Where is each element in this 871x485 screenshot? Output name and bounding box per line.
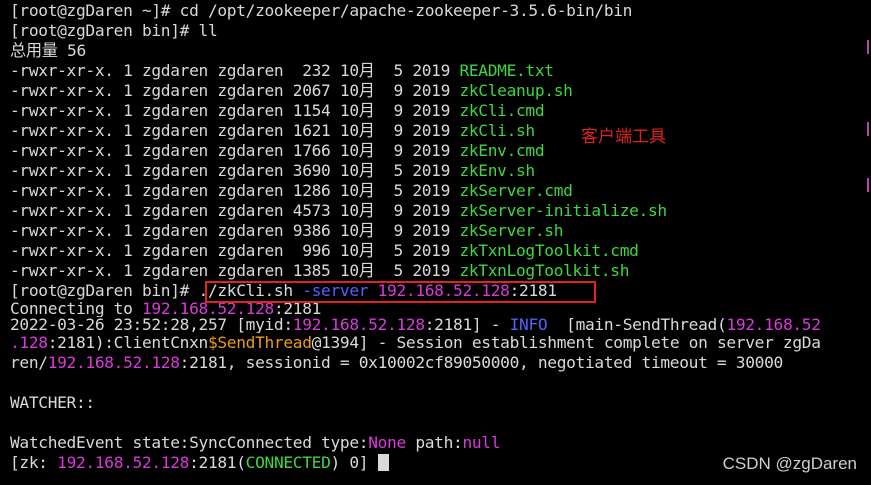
terminal-line: [root@zgDaren ~]# cd /opt/zookeeper/apac…: [10, 1, 871, 21]
terminal-text-segment: -rwxr-xr-x. 1 zgdaren zgdaren 996 10月 5 …: [10, 241, 460, 260]
terminal-text-segment: zkEnv.sh: [459, 161, 535, 180]
terminal-text-segment: None: [368, 433, 406, 452]
terminal-text-segment: -rwxr-xr-x. 1 zgdaren zgdaren 1766 10月 9…: [10, 141, 460, 160]
scrollbar-markers: [865, 0, 871, 484]
terminal-text-segment: zkCli.sh: [459, 121, 535, 140]
terminal-line: -rwxr-xr-x. 1 zgdaren zgdaren 1154 10月 9…: [10, 101, 871, 121]
terminal-text-segment: 2022-03-26 23:52:28,257 [myid:: [10, 317, 293, 333]
scroll-marker: [867, 122, 869, 136]
terminal-text-segment: zkEnv.cmd: [459, 141, 545, 160]
terminal-text-segment: zkCli.cmd: [459, 101, 545, 120]
terminal-text-segment: -rwxr-xr-x. 1 zgdaren zgdaren 4573 10月 9…: [10, 201, 460, 220]
terminal-text-segment: INFO: [509, 317, 548, 333]
terminal-text-segment: zkCleanup.sh: [459, 81, 573, 100]
terminal-text-segment: -rwxr-xr-x. 1 zgdaren zgdaren 1154 10月 9…: [10, 101, 460, 120]
client-tool-annotation: 客户端工具: [581, 127, 666, 147]
terminal-text-segment: CONNECTED: [245, 453, 331, 472]
terminal-text-segment: 192.168.52.128: [47, 353, 180, 372]
terminal-text-segment: zkTxnLogToolkit.cmd: [459, 241, 639, 260]
terminal-text-segment: :2181):ClientCnxn: [47, 333, 209, 352]
terminal-line: -rwxr-xr-x. 1 zgdaren zgdaren 2067 10月 9…: [10, 81, 871, 101]
command-highlight-box: [205, 281, 596, 303]
terminal-line: -rwxr-xr-x. 1 zgdaren zgdaren 9386 10月 9…: [10, 221, 871, 241]
scroll-marker: [867, 40, 869, 54]
terminal-line: .128:2181):ClientCnxn$SendThread@1394] -…: [10, 333, 871, 353]
terminal-line: -rwxr-xr-x. 1 zgdaren zgdaren 232 10月 5 …: [10, 61, 871, 81]
terminal-text-segment: 192.168.52: [726, 317, 821, 333]
terminal-text-segment: [main-SendThread(: [547, 317, 727, 333]
terminal-text-segment: zkTxnLogToolkit.sh: [459, 261, 630, 280]
terminal-text-segment: .128: [10, 333, 48, 352]
terminal-text-segment: -rwxr-xr-x. 1 zgdaren zgdaren 232 10月 5 …: [10, 61, 460, 80]
scroll-marker: [867, 178, 869, 192]
terminal-line: -rwxr-xr-x. 1 zgdaren zgdaren 1286 10月 5…: [10, 181, 871, 201]
terminal-text-segment: $SendThread: [207, 333, 312, 352]
terminal-line: -rwxr-xr-x. 1 zgdaren zgdaren 3690 10月 5…: [10, 161, 871, 181]
terminal-line: [root@zgDaren bin]# ll: [10, 21, 871, 41]
terminal-text-segment: -rwxr-xr-x. 1 zgdaren zgdaren 1286 10月 5…: [10, 181, 460, 200]
terminal-line: WATCHER::: [10, 393, 871, 413]
terminal-line: -rwxr-xr-x. 1 zgdaren zgdaren 1766 10月 9…: [10, 141, 871, 161]
terminal-text-segment: @1394] - Session establishment complete …: [311, 333, 821, 352]
terminal-text-segment: zkServer-initialize.sh: [459, 201, 667, 220]
terminal-output[interactable]: [root@zgDaren ~]# cd /opt/zookeeper/apac…: [10, 1, 871, 485]
terminal-line: -rwxr-xr-x. 1 zgdaren zgdaren 4573 10月 9…: [10, 201, 871, 221]
terminal-text-segment: [root@zgDaren ~]# cd /opt/zookeeper/apac…: [10, 1, 633, 20]
terminal-text-segment: 192.168.52.128: [57, 453, 190, 472]
terminal-text-segment: ) 0]: [330, 453, 378, 472]
watermark: CSDN @zgDaren: [722, 454, 857, 473]
terminal-text-segment: Connecting to: [10, 301, 142, 317]
terminal-text-segment: [root@zgDaren bin]# ll: [10, 21, 218, 40]
terminal-text-segment: -rwxr-xr-x. 1 zgdaren zgdaren 3690 10月 5…: [10, 161, 460, 180]
terminal-line: -rwxr-xr-x. 1 zgdaren zgdaren 1385 10月 5…: [10, 261, 871, 281]
terminal-text-segment: -rwxr-xr-x. 1 zgdaren zgdaren 1385 10月 5…: [10, 261, 460, 280]
terminal-text-segment: :2181, sessionid = 0x10002cf89050000, ne…: [179, 353, 784, 372]
terminal-text-segment: 192.168.52.128: [292, 317, 425, 333]
terminal-line: 总用量 56: [10, 41, 871, 61]
terminal-text-segment: -rwxr-xr-x. 1 zgdaren zgdaren 1621 10月 9…: [10, 121, 460, 140]
terminal-text-segment: zkServer.sh: [459, 221, 564, 240]
terminal-text-segment: 总用量 56: [10, 41, 86, 60]
terminal-text-segment: WatchedEvent state:SyncConnected type:: [10, 433, 369, 452]
terminal-line: Connecting to 192.168.52.128:2181: [10, 301, 871, 317]
terminal-text-segment: [zk:: [10, 453, 58, 472]
terminal-text-segment: README.txt: [459, 61, 554, 80]
terminal-line: WatchedEvent state:SyncConnected type:No…: [10, 433, 871, 453]
terminal-text-segment: -rwxr-xr-x. 1 zgdaren zgdaren 9386 10月 9…: [10, 221, 460, 240]
terminal-line: ren/192.168.52.128:2181, sessionid = 0x1…: [10, 353, 871, 373]
terminal-text-segment: zkServer.cmd: [459, 181, 573, 200]
terminal-text-segment: :2181] -: [424, 317, 510, 333]
terminal-text-segment: 192.168.52.128: [141, 301, 274, 317]
terminal-text-segment: -rwxr-xr-x. 1 zgdaren zgdaren 2067 10月 9…: [10, 81, 460, 100]
terminal-text-segment: :2181: [273, 301, 322, 317]
terminal-line: 2022-03-26 23:52:28,257 [myid:192.168.52…: [10, 317, 871, 333]
terminal-text-segment: WATCHER::: [10, 393, 95, 412]
terminal-text-segment: :2181(: [189, 453, 246, 472]
text-cursor: [377, 454, 389, 471]
terminal-text-segment: ren/: [10, 353, 48, 372]
terminal-text-segment: path:: [405, 433, 463, 452]
terminal-text-segment: null: [462, 433, 501, 452]
terminal-line: -rwxr-xr-x. 1 zgdaren zgdaren 1621 10月 9…: [10, 121, 871, 141]
terminal-line: -rwxr-xr-x. 1 zgdaren zgdaren 996 10月 5 …: [10, 241, 871, 261]
